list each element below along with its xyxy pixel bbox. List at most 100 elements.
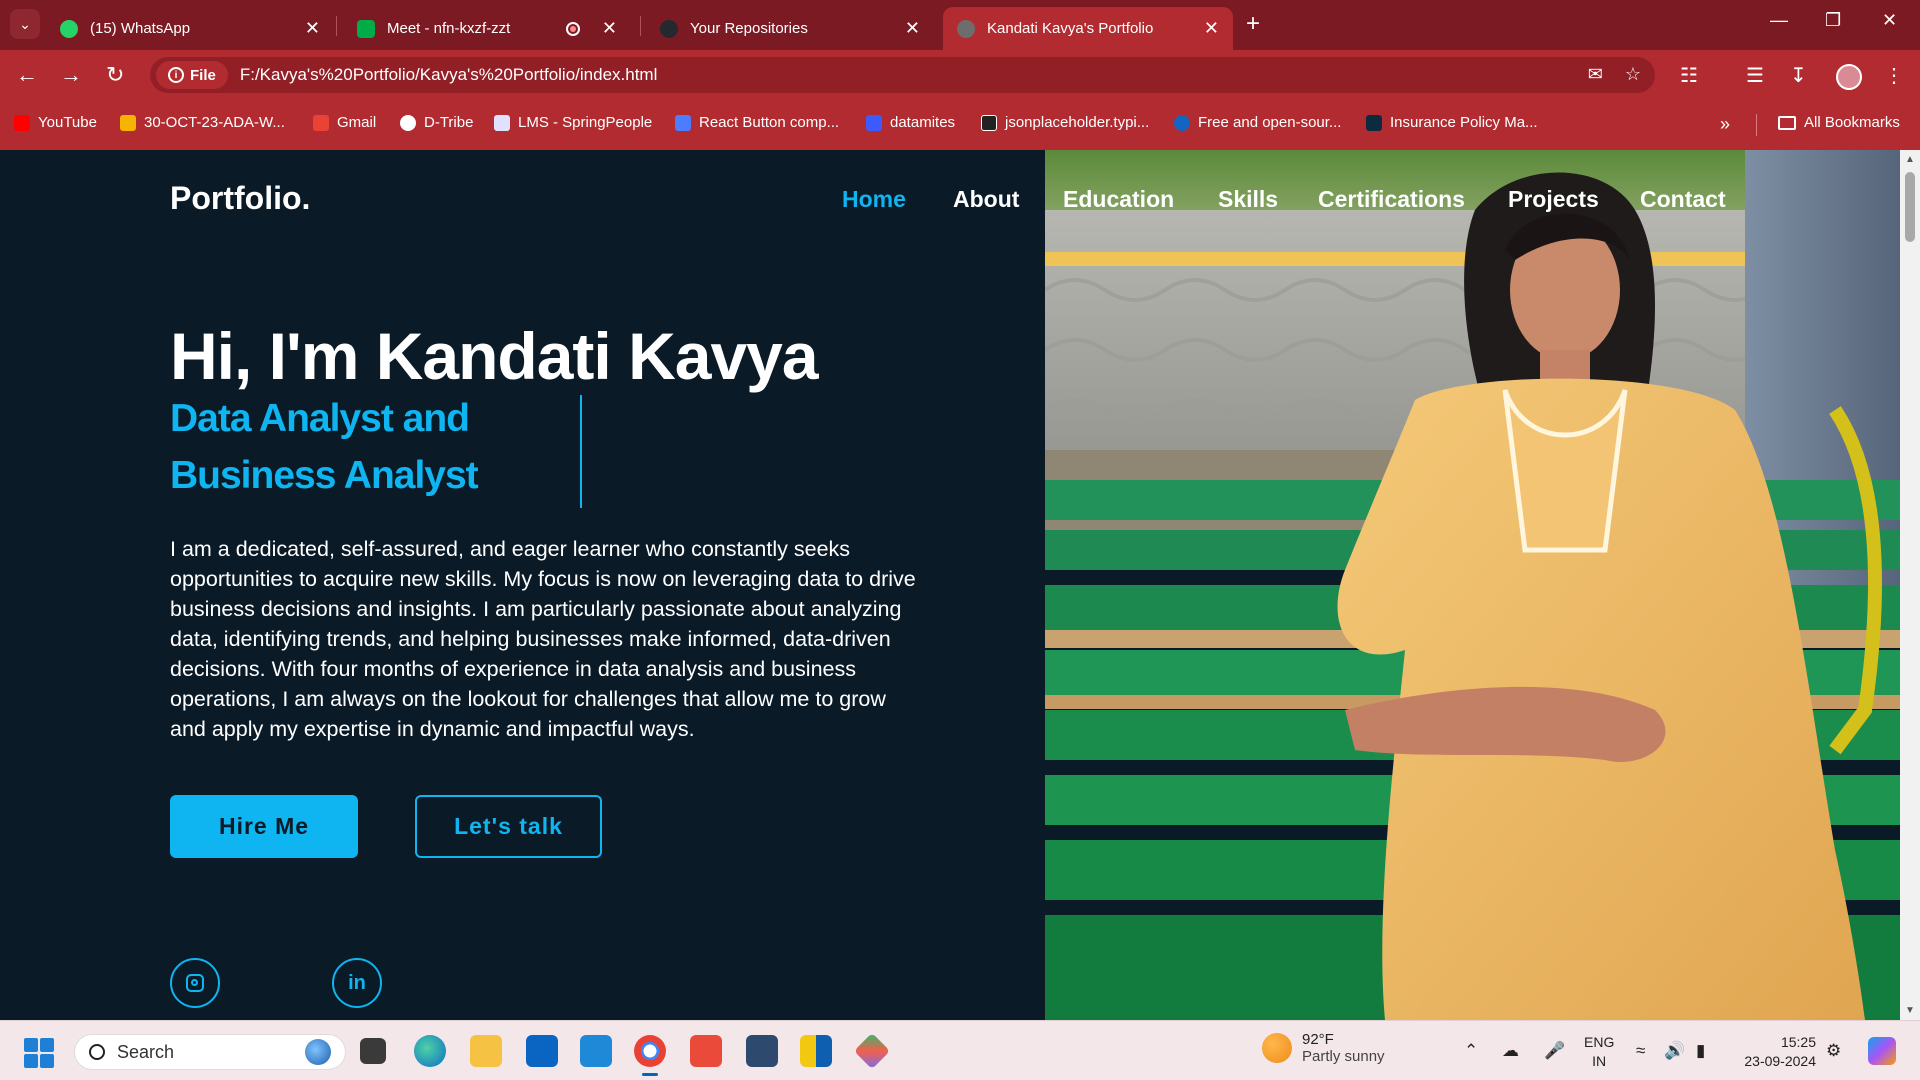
task-view-icon[interactable]: [360, 1038, 386, 1064]
tab-title: (15) WhatsApp: [90, 20, 191, 37]
close-window-icon[interactable]: ✕: [1882, 10, 1897, 31]
forward-icon[interactable]: →: [60, 62, 82, 88]
role-line-2: Business Analyst: [170, 454, 479, 497]
close-tab-icon[interactable]: ✕: [602, 18, 617, 39]
tableau-icon[interactable]: [853, 1032, 891, 1070]
scroll-down-icon[interactable]: ▼: [1905, 1005, 1915, 1016]
translate-icon[interactable]: ✉: [1588, 64, 1603, 85]
jsonplaceholder-icon: [981, 114, 997, 131]
tab-search-icon[interactable]: ⌄: [10, 9, 40, 39]
tab-portfolio[interactable]: Kandati Kavya's Portfolio ✕: [943, 7, 1233, 50]
new-tab-icon[interactable]: +: [1246, 10, 1260, 38]
outlook-icon[interactable]: [526, 1035, 558, 1067]
downloads-icon[interactable]: ↧: [1790, 63, 1807, 88]
site-logo[interactable]: Portfolio.: [170, 180, 310, 217]
clock-time: 15:25: [1780, 1034, 1816, 1050]
battery-icon[interactable]: ▮: [1696, 1041, 1705, 1061]
bookmark-gmail[interactable]: Gmail: [313, 114, 376, 131]
tab-title: Meet - nfn-kxzf-zzt: [387, 20, 511, 37]
windows-start-icon[interactable]: [24, 1038, 54, 1068]
linkedin-icon[interactable]: in: [332, 958, 382, 1008]
close-tab-icon[interactable]: ✕: [905, 18, 920, 39]
bookmark-jsonplaceholder[interactable]: jsonplaceholder.typi...: [981, 114, 1149, 131]
copilot-icon[interactable]: [1868, 1037, 1896, 1065]
restore-icon[interactable]: ❐: [1825, 10, 1841, 31]
media-controls-icon[interactable]: ☰: [1746, 63, 1764, 88]
minimize-icon[interactable]: —: [1770, 10, 1788, 31]
nav-projects[interactable]: Projects: [1508, 186, 1599, 213]
menu-kebab-icon[interactable]: ⋮: [1884, 63, 1904, 88]
nav-contact[interactable]: Contact: [1640, 186, 1726, 213]
bookmark-dtribe[interactable]: D-Tribe: [400, 114, 473, 131]
anydesk-icon[interactable]: [690, 1035, 722, 1067]
bookmark-youtube[interactable]: YouTube: [14, 114, 97, 131]
page-scrollbar[interactable]: ▲ ▼: [1900, 150, 1920, 1020]
bookmark-lms[interactable]: LMS - SpringPeople: [494, 114, 652, 131]
scroll-up-icon[interactable]: ▲: [1905, 154, 1915, 165]
chevron-up-icon[interactable]: ⌃: [1464, 1041, 1478, 1061]
close-tab-icon[interactable]: ✕: [1204, 18, 1219, 39]
volume-icon[interactable]: 🔊: [1664, 1041, 1685, 1061]
weather-desc: Partly sunny: [1302, 1048, 1385, 1065]
language-indicator[interactable]: ENG IN: [1584, 1033, 1614, 1071]
nav-certifications[interactable]: Certifications: [1318, 186, 1465, 213]
bookmark-label: YouTube: [38, 114, 97, 131]
bookmark-insurance[interactable]: Insurance Policy Ma...: [1366, 114, 1538, 131]
extensions-icon[interactable]: ☷: [1680, 63, 1698, 88]
open-source-icon: [1174, 114, 1190, 131]
bookmark-free-open-source[interactable]: Free and open-sour...: [1174, 114, 1341, 131]
nav-about[interactable]: About: [953, 186, 1019, 213]
weather-temp: 92°F: [1302, 1031, 1334, 1048]
reload-icon[interactable]: ↻: [106, 62, 124, 88]
site-info-chip[interactable]: i File: [156, 61, 228, 89]
file-explorer-icon[interactable]: [470, 1035, 502, 1067]
bookmark-datamites[interactable]: datamites: [866, 114, 955, 131]
edge-icon[interactable]: [414, 1035, 446, 1067]
vscode-icon[interactable]: [580, 1035, 612, 1067]
search-icon: [89, 1044, 105, 1060]
all-bookmarks-label: All Bookmarks: [1804, 114, 1900, 131]
bookmark-label: D-Tribe: [424, 114, 474, 131]
nav-education[interactable]: Education: [1063, 186, 1174, 213]
tab-divider: [336, 16, 337, 36]
mysql-workbench-icon[interactable]: [746, 1035, 778, 1067]
globe-icon: [957, 19, 975, 38]
bookmark-label: Insurance Policy Ma...: [1390, 114, 1538, 131]
bookmark-star-icon[interactable]: ☆: [1625, 64, 1641, 85]
hire-me-button[interactable]: Hire Me: [170, 795, 358, 858]
taskbar-search[interactable]: Search: [74, 1034, 346, 1070]
tab-repositories[interactable]: Your Repositories ✕: [646, 7, 934, 50]
all-bookmarks[interactable]: All Bookmarks: [1778, 114, 1900, 131]
page-viewport: Portfolio. Home About Education Skills C…: [0, 150, 1920, 1020]
chrome-icon[interactable]: [634, 1035, 666, 1076]
bookmark-label: datamites: [890, 114, 956, 131]
scrollbar-thumb[interactable]: [1905, 172, 1915, 242]
lets-talk-button[interactable]: Let's talk: [415, 795, 602, 858]
weather-widget[interactable]: 92°F Partly sunny: [1262, 1031, 1385, 1065]
notifications-icon[interactable]: ⚙: [1826, 1041, 1841, 1061]
more-bookmarks-icon[interactable]: »: [1720, 114, 1730, 135]
tab-whatsapp[interactable]: (15) WhatsApp ✕: [46, 7, 334, 50]
recording-icon: [565, 21, 580, 36]
bookmark-drive[interactable]: 30-OCT-23-ADA-W...: [120, 114, 285, 131]
back-icon[interactable]: ←: [16, 62, 38, 88]
react-atom-icon: [1366, 114, 1382, 131]
microphone-icon[interactable]: 🎤: [1544, 1041, 1565, 1061]
wifi-icon[interactable]: ≈: [1636, 1041, 1645, 1061]
bookmark-react-button[interactable]: React Button comp...: [675, 114, 839, 131]
profile-avatar[interactable]: [1836, 64, 1862, 90]
tab-meet[interactable]: Meet - nfn-kxzf-zzt ✕: [343, 7, 631, 50]
url-text[interactable]: F:/Kavya's%20Portfolio/Kavya's%20Portfol…: [240, 65, 658, 85]
close-tab-icon[interactable]: ✕: [305, 18, 320, 39]
role-line-1: Data Analyst and: [170, 397, 470, 440]
nav-skills[interactable]: Skills: [1218, 186, 1278, 213]
instagram-icon[interactable]: [170, 958, 220, 1008]
nav-home[interactable]: Home: [842, 186, 906, 213]
browser-toolbar: ← → ↻ i File F:/Kavya's%20Portfolio/Kavy…: [0, 50, 1920, 100]
dtribe-icon: [400, 114, 416, 131]
system-clock[interactable]: 15:25 23-09-2024: [1736, 1033, 1816, 1071]
address-bar[interactable]: i File F:/Kavya's%20Portfolio/Kavya's%20…: [150, 57, 1655, 93]
onedrive-icon[interactable]: ☁: [1502, 1041, 1519, 1061]
folder-icon: [1778, 115, 1796, 130]
power-bi-icon[interactable]: [800, 1035, 832, 1067]
